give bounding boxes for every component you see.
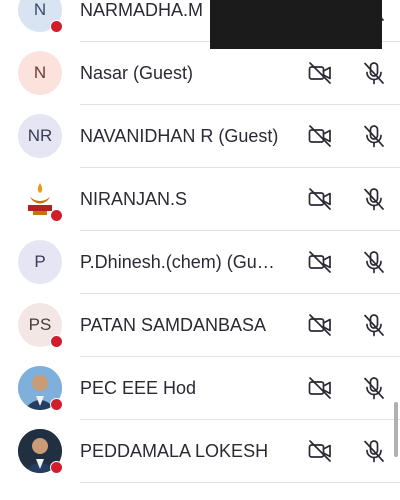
- participant-name: PEDDAMALA LOKESH: [80, 441, 269, 461]
- mic-off-icon[interactable]: [361, 312, 387, 338]
- presence-busy-icon: [50, 461, 63, 474]
- camera-off-icon[interactable]: [307, 249, 333, 275]
- camera-off-icon[interactable]: [307, 123, 333, 149]
- camera-off-icon[interactable]: [307, 375, 333, 401]
- presence-busy-icon: [50, 335, 63, 348]
- participant-name: NIRANJAN.S: [80, 189, 188, 209]
- avatar-initials: N: [33, 63, 47, 82]
- participant-row[interactable]: NIRANJAN.S: [0, 168, 400, 231]
- mic-off-icon[interactable]: [361, 186, 387, 212]
- avatar-initials: NR: [27, 126, 53, 145]
- presence-busy-icon: [50, 398, 63, 411]
- avatar-initials: PS: [28, 315, 52, 334]
- avatar: [18, 177, 63, 222]
- mic-off-icon[interactable]: [361, 375, 387, 401]
- participant-name: P.Dhinesh.(chem) (Guest): [80, 252, 280, 272]
- participant-row[interactable]: PEC EEE Hod: [0, 357, 400, 420]
- mic-off-icon[interactable]: [361, 249, 387, 275]
- camera-off-icon[interactable]: [307, 312, 333, 338]
- participant-name: PATAN SAMDANBASA: [80, 315, 267, 335]
- avatar: [18, 366, 63, 411]
- avatar: [18, 429, 63, 474]
- mic-off-icon[interactable]: [361, 438, 387, 464]
- participant-row[interactable]: NR NAVANIDHAN R (Guest): [0, 105, 400, 168]
- avatar-initials: P: [34, 252, 46, 271]
- avatar: N: [18, 0, 63, 33]
- participant-name: Nasar (Guest): [80, 63, 194, 83]
- scrollbar[interactable]: [394, 402, 398, 457]
- participant-row[interactable]: P P.Dhinesh.(chem) (Guest): [0, 231, 400, 294]
- avatar: PS: [18, 303, 63, 348]
- avatar-initials: N: [33, 0, 47, 19]
- presence-busy-icon: [50, 209, 63, 222]
- video-overlay: [210, 0, 382, 49]
- participant-row[interactable]: N Nasar (Guest): [0, 42, 400, 105]
- avatar: N: [18, 51, 62, 95]
- camera-off-icon[interactable]: [307, 60, 333, 86]
- camera-off-icon[interactable]: [307, 186, 333, 212]
- avatar: NR: [18, 114, 62, 158]
- participant-name: PEC EEE Hod: [80, 378, 197, 398]
- mic-off-icon[interactable]: [361, 123, 387, 149]
- presence-busy-icon: [50, 20, 63, 33]
- camera-off-icon[interactable]: [307, 438, 333, 464]
- divider: [80, 482, 400, 483]
- participant-list: N NARMADHA.M N Nasar (Guest) NR NAVANIDHAN …: [0, 0, 400, 500]
- mic-off-icon[interactable]: [361, 60, 387, 86]
- participant-row[interactable]: PEDDAMALA LOKESH: [0, 420, 400, 483]
- participant-name: NAVANIDHAN R (Guest): [80, 126, 279, 146]
- participant-row[interactable]: PS PATAN SAMDANBASA: [0, 294, 400, 357]
- avatar: P: [18, 240, 62, 284]
